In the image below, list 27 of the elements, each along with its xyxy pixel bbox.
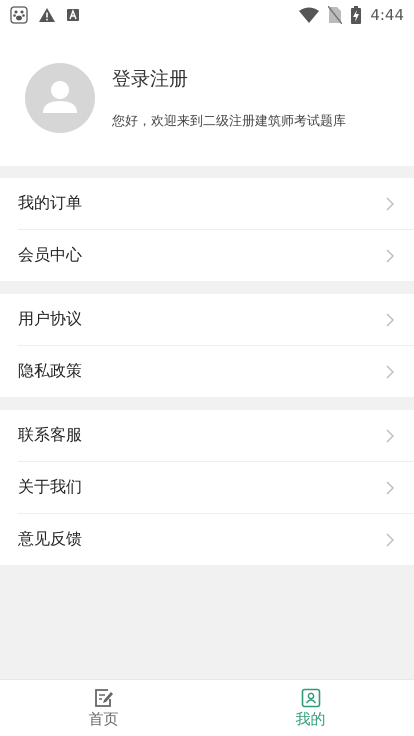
app-notification-icon <box>66 8 80 22</box>
edit-document-icon <box>94 688 114 708</box>
chevron-right-icon <box>386 532 394 546</box>
menu-item[interactable]: 意见反馈 <box>18 514 414 565</box>
nav-tab[interactable]: 首页 <box>0 680 207 736</box>
person-card-icon <box>300 688 320 708</box>
menu-item[interactable]: 用户协议 <box>18 294 414 346</box>
chevron-right-icon <box>386 364 394 378</box>
login-register-link[interactable]: 登录注册 <box>112 66 346 92</box>
chevron-right-icon <box>386 248 394 262</box>
warning-icon <box>38 7 56 23</box>
paw-icon <box>10 6 28 24</box>
chevron-right-icon <box>386 428 394 442</box>
welcome-text: 您好，欢迎来到二级注册建筑师考试题库 <box>112 113 346 130</box>
menu-item[interactable]: 会员中心 <box>18 230 414 281</box>
chevron-right-icon <box>386 480 394 494</box>
menu-item[interactable]: 关于我们 <box>18 462 414 514</box>
chevron-right-icon <box>386 196 394 210</box>
status-time: 4:44 <box>370 6 404 24</box>
chevron-right-icon <box>386 312 394 326</box>
menu-item[interactable]: 隐私政策 <box>18 346 414 397</box>
no-sim-icon <box>328 6 342 24</box>
menu-item[interactable]: 我的订单 <box>18 178 414 230</box>
battery-charging-icon <box>351 6 362 24</box>
avatar-icon[interactable] <box>25 63 95 133</box>
wifi-icon <box>299 7 320 23</box>
menu-item[interactable]: 联系客服 <box>18 410 414 462</box>
